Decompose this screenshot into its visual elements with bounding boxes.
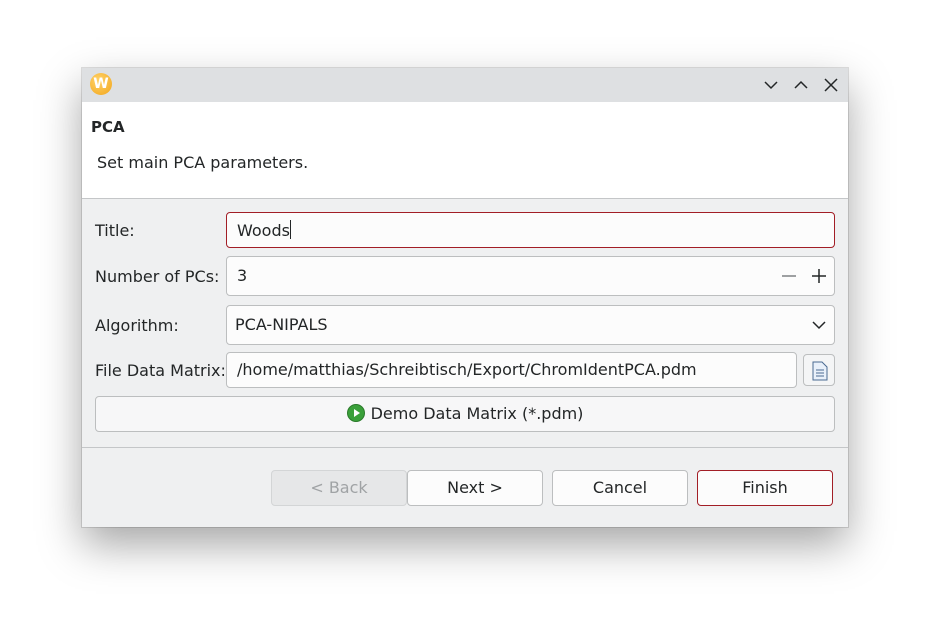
back-button[interactable]: < Back: [271, 470, 407, 506]
finish-button[interactable]: Finish: [697, 470, 833, 506]
wizard-header: PCA Set main PCA parameters.: [82, 102, 848, 199]
file-data-matrix-label: File Data Matrix:: [95, 361, 226, 380]
text-caret: [289, 220, 291, 239]
pca-wizard-dialog: W PCA Set main PCA parameters. Title: Wo…: [82, 68, 848, 527]
next-button[interactable]: Next >: [407, 470, 543, 506]
title-input-value: Woods: [237, 221, 290, 240]
footer-separator: [82, 447, 848, 448]
title-label: Title:: [95, 221, 135, 240]
play-icon: [346, 404, 365, 422]
page-title: PCA: [91, 118, 125, 136]
algorithm-select[interactable]: PCA-NIPALS: [226, 305, 835, 345]
demo-data-matrix-button[interactable]: Demo Data Matrix (*.pdm): [95, 396, 835, 432]
document-icon: [812, 361, 828, 381]
close-icon: [824, 78, 838, 92]
close-button[interactable]: [820, 74, 842, 96]
file-path-value: /home/matthias/Schreibtisch/Export/Chrom…: [237, 360, 697, 379]
title-input[interactable]: Woods: [226, 212, 835, 248]
pcs-label: Number of PCs:: [95, 267, 220, 286]
file-path-input[interactable]: /home/matthias/Schreibtisch/Export/Chrom…: [226, 352, 797, 388]
algorithm-label: Algorithm:: [95, 316, 179, 335]
plus-icon[interactable]: [811, 267, 827, 285]
browse-file-button[interactable]: [803, 354, 835, 386]
chevron-down-icon: [764, 81, 778, 90]
cancel-button[interactable]: Cancel: [552, 470, 688, 506]
pcs-spinbox[interactable]: 3: [226, 256, 835, 296]
minimize-button[interactable]: [760, 74, 782, 96]
page-description: Set main PCA parameters.: [97, 153, 309, 172]
pcs-value: 3: [237, 266, 248, 285]
chevron-up-icon: [794, 80, 808, 89]
minus-icon[interactable]: [781, 267, 797, 285]
chevron-down-icon: [812, 321, 826, 330]
demo-button-label: Demo Data Matrix (*.pdm): [370, 404, 584, 423]
app-logo-icon: W: [90, 73, 112, 95]
maximize-button[interactable]: [790, 74, 812, 96]
title-bar[interactable]: W: [82, 68, 848, 102]
algorithm-value: PCA-NIPALS: [235, 315, 328, 334]
